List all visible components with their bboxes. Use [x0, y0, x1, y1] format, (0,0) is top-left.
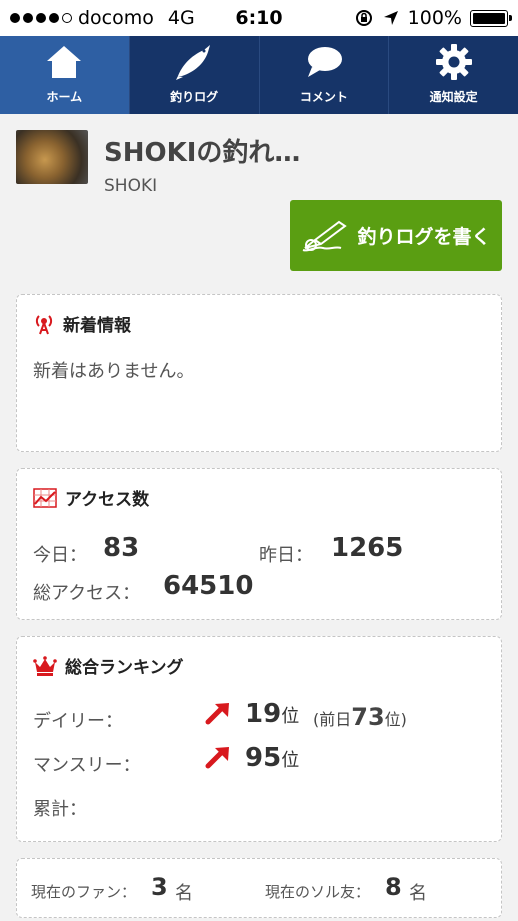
- news-title: 新着情報: [33, 311, 131, 336]
- daily-prev-value: 73: [351, 703, 385, 731]
- monthly-label: マンスリー：: [33, 755, 141, 776]
- monthly-rank-value: 95: [245, 743, 282, 773]
- speech-bubble-icon: [307, 47, 342, 77]
- avatar[interactable]: [16, 130, 88, 184]
- news-message: 新着はありません。: [33, 361, 195, 382]
- total-access-value: 64510: [163, 571, 254, 601]
- today-value: 83: [103, 533, 140, 563]
- rank-up-arrow-icon: [205, 703, 229, 725]
- fan-label: 現在のファン：: [31, 883, 137, 901]
- status-right: 100%: [354, 7, 512, 29]
- battery-icon: [470, 9, 512, 27]
- cumulative-label: 累計：: [33, 799, 87, 820]
- pen-icon: [303, 220, 348, 251]
- write-log-label: 釣りログを書く: [357, 226, 491, 248]
- daily-prev-rank: (前日73位): [313, 703, 407, 731]
- gear-icon: [435, 44, 472, 80]
- total-access-label: 総アクセス：: [33, 583, 141, 604]
- username: SHOKI: [104, 176, 158, 196]
- tab-notification-settings-label: 通知設定: [429, 90, 478, 104]
- location-arrow-icon: [383, 11, 398, 25]
- rank-up-arrow-icon: [205, 747, 229, 769]
- write-log-button[interactable]: 釣りログを書く: [290, 200, 502, 271]
- tab-home[interactable]: ホーム: [0, 36, 130, 114]
- home-icon: [47, 46, 82, 78]
- ranking-card: 総合ランキング デイリー： 19位 (前日73位) マンスリー： 95位 累計：: [16, 636, 502, 842]
- daily-prev-prefix: (前日: [313, 710, 352, 729]
- daily-rank-unit: 位: [281, 706, 300, 727]
- fan-value[interactable]: 3: [151, 873, 168, 901]
- access-title-text: アクセス数: [65, 490, 150, 510]
- chart-icon: [33, 487, 57, 508]
- daily-label: デイリー：: [33, 711, 123, 732]
- ranking-title: 総合ランキング: [33, 653, 184, 678]
- friend-value[interactable]: 8: [385, 873, 402, 901]
- status-bar: docomo 4G 6:10 100%: [0, 0, 518, 36]
- monthly-rank-unit: 位: [281, 750, 300, 771]
- yesterday-value: 1265: [331, 533, 404, 563]
- tab-home-label: ホーム: [46, 90, 83, 104]
- tab-comment[interactable]: コメント: [260, 36, 390, 114]
- crown-icon: [33, 655, 57, 676]
- news-title-text: 新着情報: [63, 316, 131, 336]
- tab-fishing-log[interactable]: 釣りログ: [130, 36, 260, 114]
- access-title: アクセス数: [33, 485, 149, 510]
- ranking-title-text: 総合ランキング: [65, 658, 184, 678]
- news-card: 新着情報 新着はありません。: [16, 294, 502, 452]
- battery-percent: 100%: [407, 7, 462, 29]
- daily-prev-suffix: 位): [384, 710, 407, 729]
- daily-rank: 19位: [245, 699, 299, 729]
- monthly-rank: 95位: [245, 743, 299, 773]
- blog-title[interactable]: SHOKIの釣れ…: [104, 132, 300, 169]
- daily-rank-value: 19: [245, 699, 282, 729]
- tab-bar: ホーム 釣りログ コメント 通知設定: [0, 36, 518, 114]
- tab-comment-label: コメント: [299, 90, 348, 104]
- friend-label: 現在のソル友：: [265, 883, 371, 901]
- fans-card: 現在のファン： 3 名 現在のソル友： 8 名: [16, 858, 502, 918]
- friend-unit: 名: [409, 883, 427, 904]
- access-card: アクセス数 今日： 83 昨日： 1265 総アクセス： 64510: [16, 468, 502, 620]
- rotation-lock-icon: [355, 10, 372, 26]
- tab-fishing-log-label: 釣りログ: [170, 90, 219, 104]
- tab-notification-settings[interactable]: 通知設定: [389, 36, 518, 114]
- yesterday-label: 昨日：: [259, 545, 313, 566]
- antenna-icon: [35, 314, 53, 334]
- fan-unit: 名: [175, 883, 193, 904]
- today-label: 今日：: [33, 545, 87, 566]
- fish-icon: [176, 45, 211, 80]
